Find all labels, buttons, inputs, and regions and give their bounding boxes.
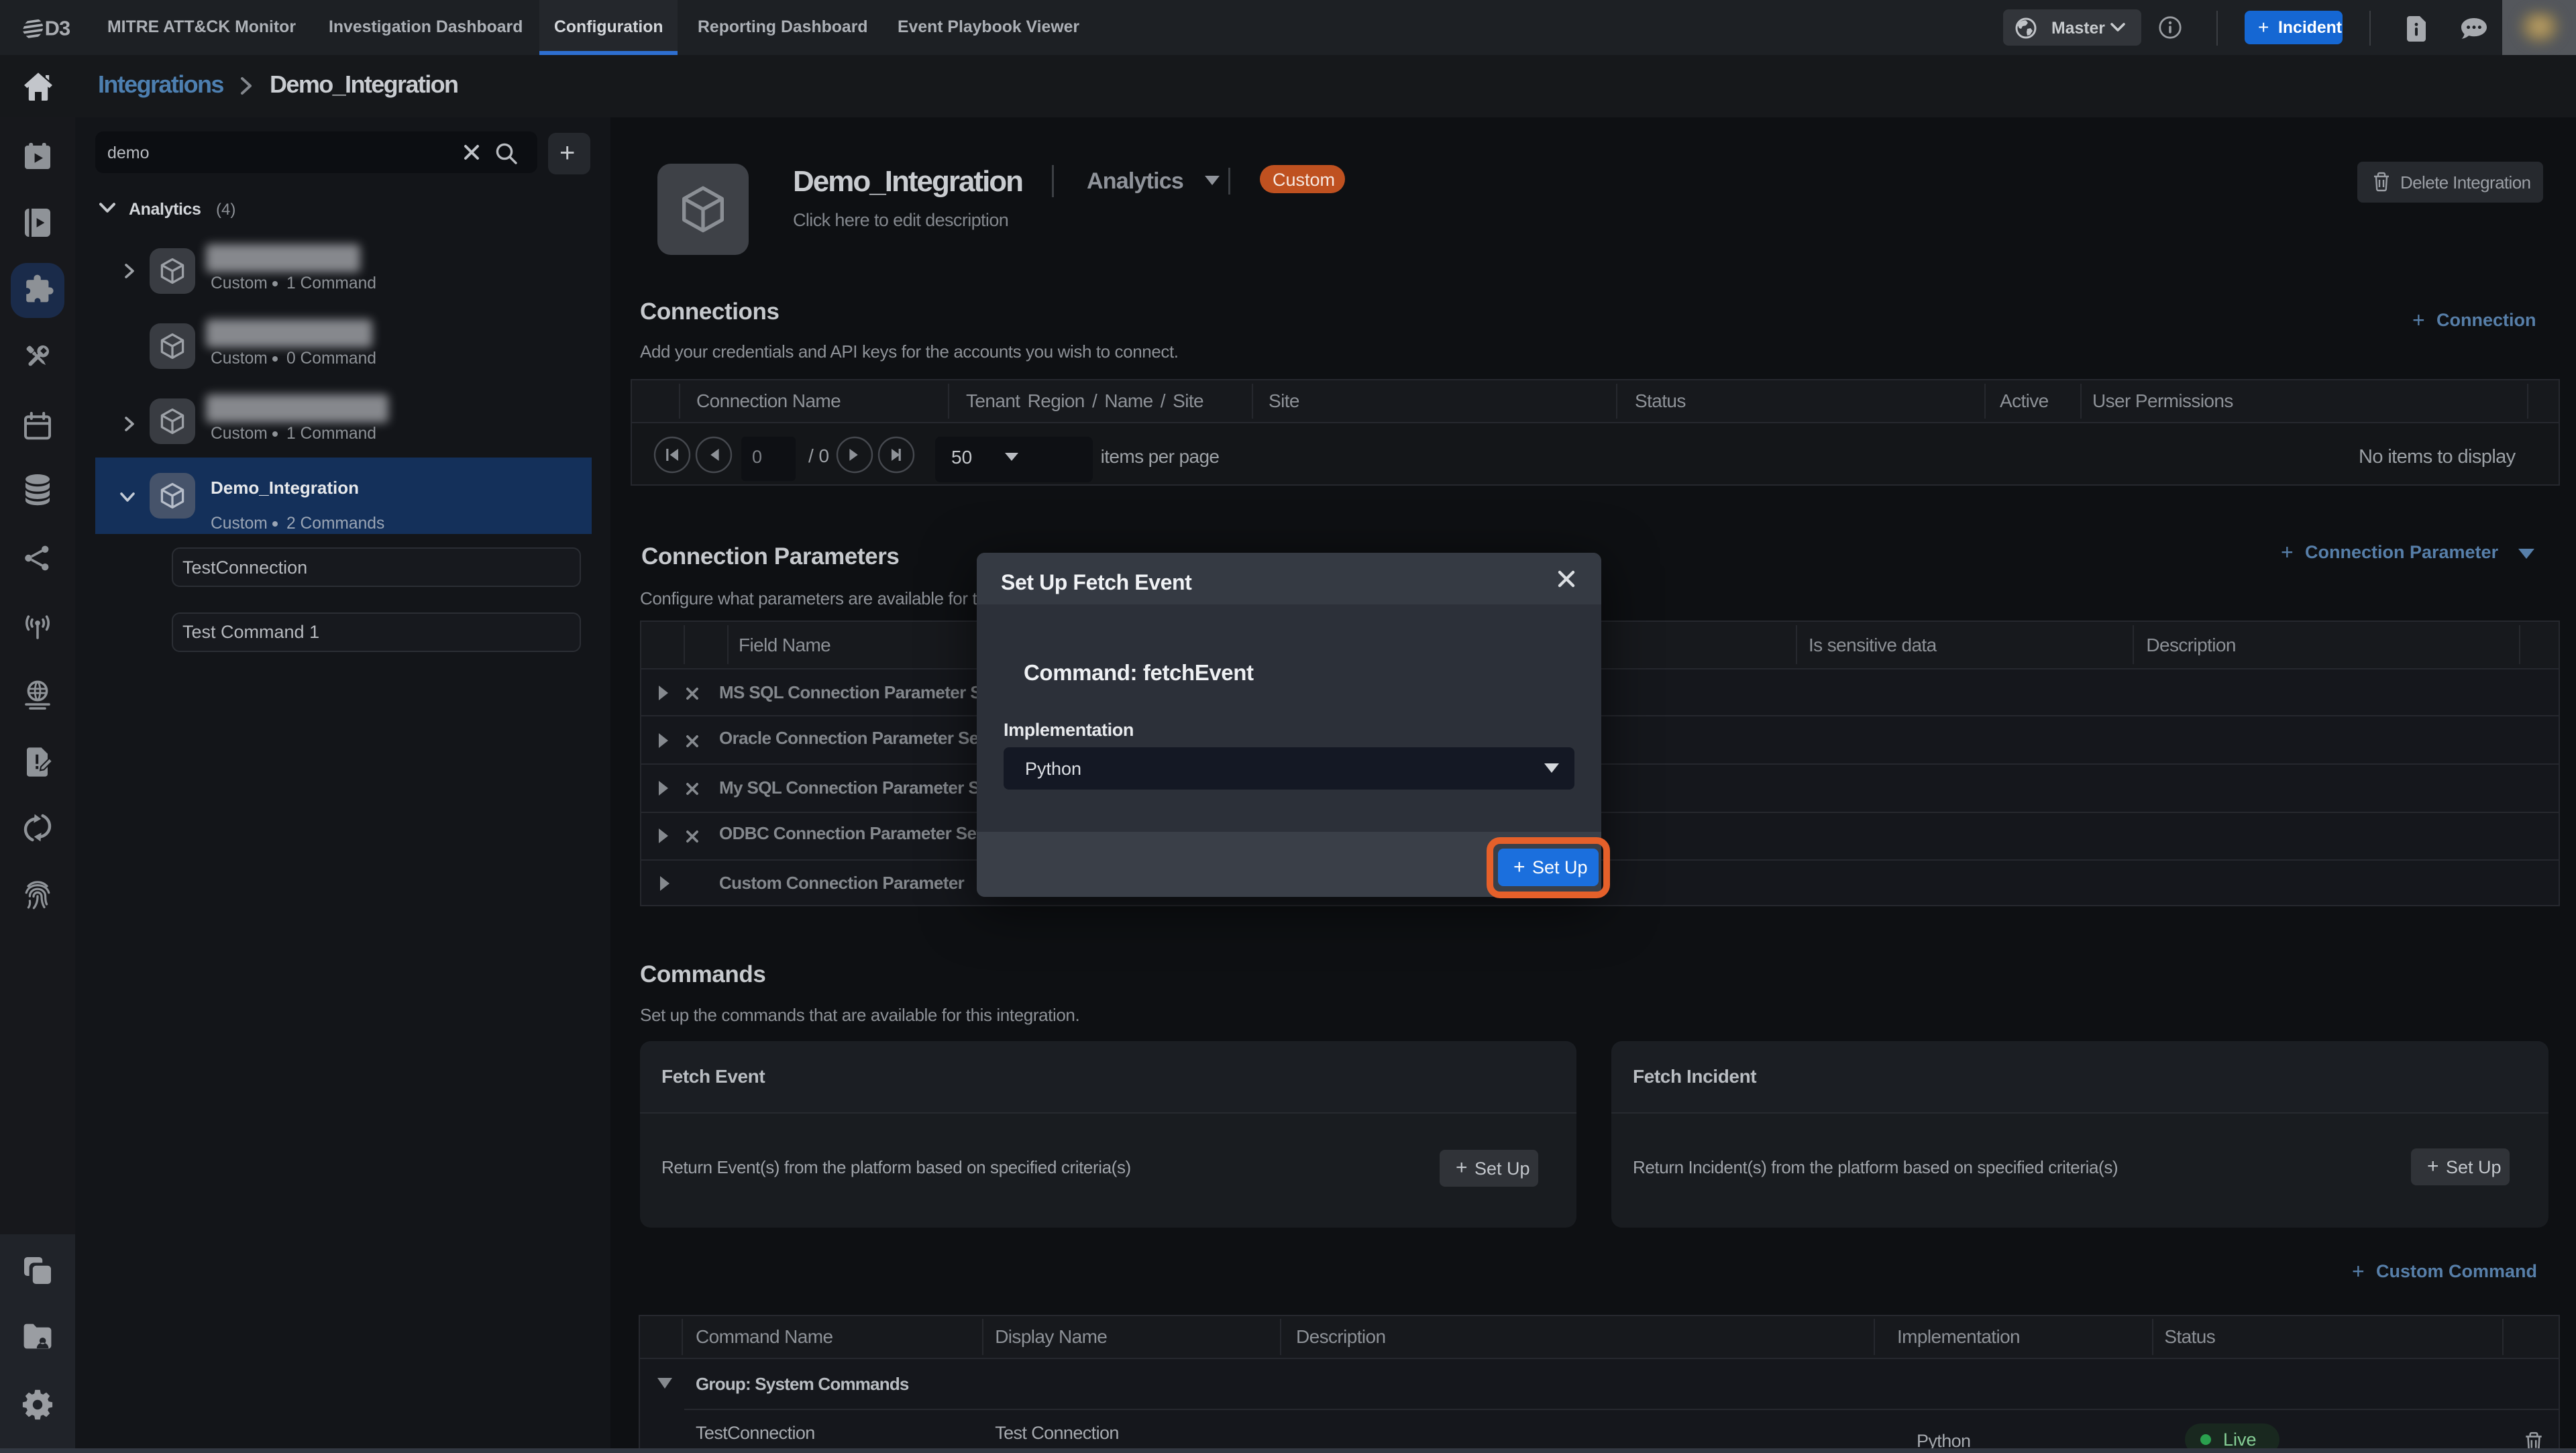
svg-text:D3: D3 [45,18,70,38]
